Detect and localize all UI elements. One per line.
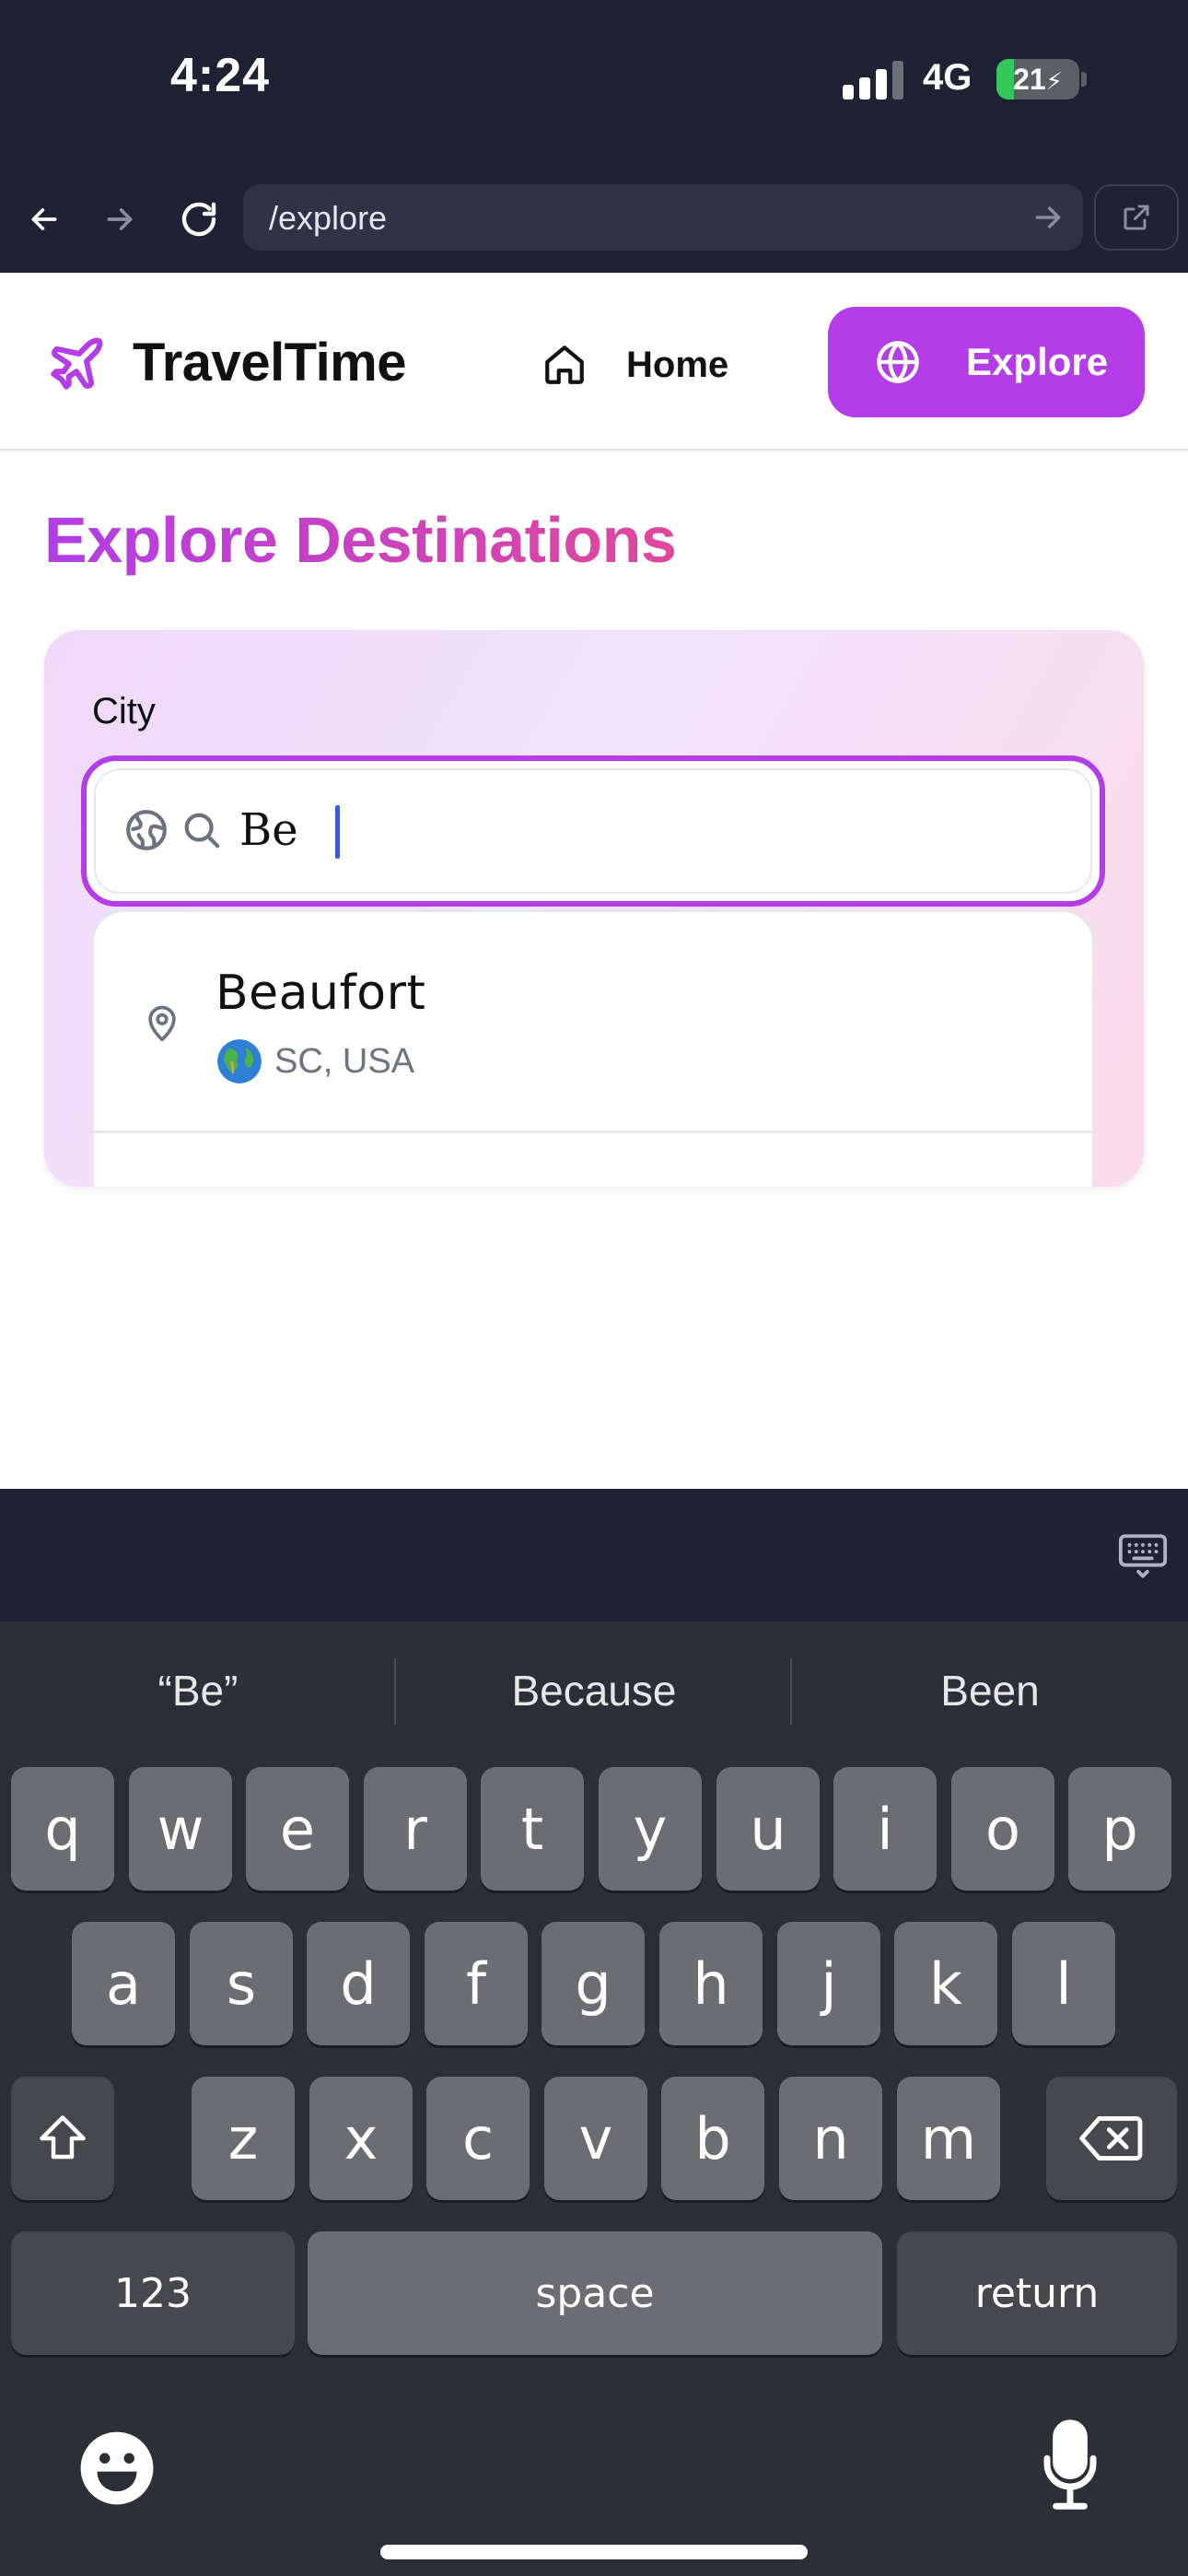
key-y[interactable]: y (599, 1767, 702, 1891)
key-l[interactable]: l (1012, 1922, 1115, 2045)
key-b[interactable]: b (661, 2077, 764, 2200)
suggestion-word-2[interactable]: Been (792, 1666, 1188, 1715)
key-t[interactable]: t (481, 1767, 584, 1891)
key-z[interactable]: z (192, 2077, 295, 2200)
suggestion-city-name: Beaufort (215, 966, 426, 1021)
emoji-icon[interactable] (77, 2429, 157, 2508)
keyboard-dismiss-icon[interactable] (1116, 1529, 1170, 1583)
go-arrow-icon[interactable] (1030, 199, 1066, 236)
text-caret (335, 805, 340, 859)
suggestion-region-text: SC, USA (274, 1041, 415, 1081)
shift-icon (40, 2115, 86, 2160)
reload-button[interactable] (171, 192, 227, 247)
key-a[interactable]: a (72, 1922, 175, 2045)
numbers-key[interactable]: 123 (11, 2231, 295, 2355)
search-icon (184, 813, 220, 849)
nav-explore-button[interactable]: Explore (828, 307, 1145, 417)
key-f[interactable]: f (425, 1922, 528, 2045)
key-j[interactable]: j (777, 1922, 880, 2045)
predictive-text-bar: “Be” Because Been (0, 1622, 1188, 1760)
earth-icon (126, 810, 167, 850)
nav-explore-label: Explore (966, 340, 1109, 383)
home-icon (545, 345, 584, 384)
url-text: /explore (269, 199, 388, 237)
key-c[interactable]: c (426, 2077, 530, 2200)
arrow-left-icon (31, 208, 57, 230)
arrow-right-icon (107, 208, 133, 230)
key-u[interactable]: u (716, 1767, 820, 1891)
shift-key[interactable] (11, 2077, 114, 2200)
status-bar: 4:24 4G 21⚡ (0, 0, 1188, 166)
brand-name[interactable]: TravelTime (133, 332, 407, 393)
back-button[interactable] (17, 192, 72, 247)
nav-home-link[interactable]: Home (542, 335, 728, 394)
city-field-label: City (92, 691, 156, 732)
search-card: City Beaufort SC, USA (44, 630, 1144, 1187)
key-r[interactable]: r (364, 1767, 467, 1891)
key-o[interactable]: o (951, 1767, 1054, 1891)
cellular-signal-icon (843, 61, 903, 100)
key-d[interactable]: d (307, 1922, 410, 2045)
suggestion-item[interactable]: Beaufort SC, USA (94, 912, 1092, 1133)
space-key[interactable]: space (308, 2231, 882, 2355)
key-k[interactable]: k (894, 1922, 997, 2045)
reload-icon (181, 202, 216, 237)
battery-icon: 21⚡ (996, 59, 1079, 100)
external-link-icon (1124, 205, 1149, 230)
keyboard-accessory-bar (0, 1489, 1188, 1622)
key-p[interactable]: p (1068, 1767, 1171, 1891)
page-title: Explore Destinations (44, 504, 677, 576)
web-page: TravelTime Home Explore Explore Destinat… (0, 273, 1188, 1489)
return-key[interactable]: return (897, 2231, 1177, 2355)
globe-icon (877, 341, 919, 383)
key-q[interactable]: q (11, 1767, 114, 1891)
key-n[interactable]: n (779, 2077, 882, 2200)
suggestion-word-1[interactable]: Because (396, 1666, 792, 1715)
plane-icon (51, 337, 103, 390)
city-search-input[interactable] (239, 802, 1050, 859)
forward-button[interactable] (92, 192, 147, 247)
browser-toolbar: /explore (0, 166, 1188, 273)
backspace-icon (1079, 2116, 1143, 2160)
battery-level: 21⚡ (1013, 63, 1063, 96)
key-x[interactable]: x (309, 2077, 413, 2200)
city-suggestion-list: Beaufort SC, USA (92, 910, 1094, 1187)
map-pin-icon (148, 1005, 176, 1042)
suggestion-region: SC, USA (215, 1037, 414, 1085)
key-h[interactable]: h (659, 1922, 763, 2045)
battery-cap (1081, 72, 1087, 87)
key-e[interactable]: e (246, 1767, 349, 1891)
onscreen-keyboard: “Be” Because Been 123 space return qwert… (0, 1622, 1188, 2576)
screen: 4:24 4G 21⚡ /explore TravelTime Home Exp… (0, 0, 1188, 2576)
key-i[interactable]: i (833, 1767, 937, 1891)
status-time: 4:24 (170, 49, 271, 102)
home-indicator (380, 2545, 808, 2559)
key-v[interactable]: v (544, 2077, 647, 2200)
network-type: 4G (923, 57, 973, 98)
site-header: TravelTime Home Explore (0, 273, 1188, 451)
backspace-key[interactable] (1046, 2077, 1177, 2200)
nav-home-label: Home (626, 344, 729, 385)
world-flag-icon (215, 1037, 263, 1085)
suggestion-literal[interactable]: “Be” (0, 1666, 396, 1715)
key-s[interactable]: s (190, 1922, 293, 2045)
url-field[interactable]: /explore (243, 184, 1083, 251)
open-external-button[interactable] (1094, 184, 1179, 251)
key-m[interactable]: m (897, 2077, 1000, 2200)
key-g[interactable]: g (542, 1922, 645, 2045)
city-input-box[interactable] (94, 768, 1092, 894)
city-input-focus-ring (81, 755, 1105, 907)
microphone-icon[interactable] (1041, 2419, 1100, 2512)
key-w[interactable]: w (129, 1767, 232, 1891)
